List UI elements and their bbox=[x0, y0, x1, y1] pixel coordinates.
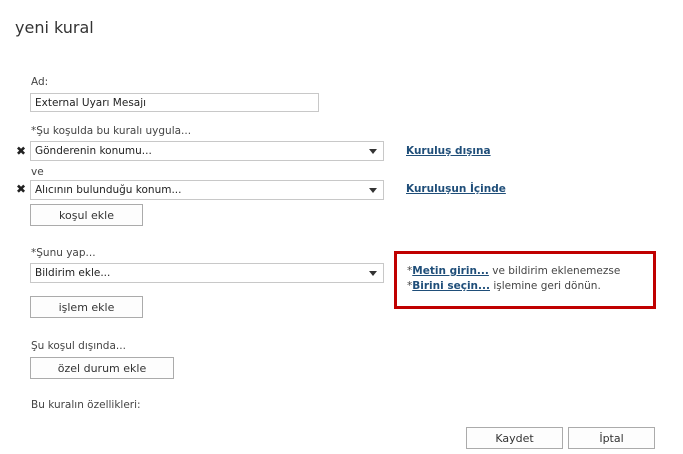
name-input[interactable]: External Uyarı Mesajı bbox=[30, 93, 319, 112]
remove-condition-1-icon[interactable]: ✖ bbox=[16, 145, 26, 157]
save-button[interactable]: Kaydet bbox=[466, 427, 563, 449]
remove-condition-2-icon[interactable]: ✖ bbox=[16, 183, 26, 195]
condition-select-1-value: Gönderenin konumu... bbox=[35, 145, 152, 157]
chevron-down-icon bbox=[369, 148, 377, 154]
condition-label: *Şu koşulda bu kuralı uygula... bbox=[31, 125, 192, 137]
name-label: Ad: bbox=[31, 76, 49, 88]
condition-connector: ve bbox=[31, 166, 44, 178]
choose-one-link[interactable]: Birini seçin... bbox=[412, 280, 490, 292]
enter-text-link[interactable]: Metin girin... bbox=[412, 265, 489, 277]
condition-link-1[interactable]: Kuruluş dışına bbox=[406, 145, 491, 157]
properties-label: Bu kuralın özellikleri: bbox=[31, 399, 141, 411]
condition-select-2-value: Alıcının bulunduğu konum... bbox=[35, 184, 182, 196]
name-input-value: External Uyarı Mesajı bbox=[35, 96, 147, 109]
condition-select-2[interactable]: Alıcının bulunduğu konum... bbox=[30, 180, 384, 200]
add-condition-button[interactable]: koşul ekle bbox=[30, 204, 143, 226]
condition-select-1[interactable]: Gönderenin konumu... bbox=[30, 141, 384, 161]
add-action-button[interactable]: işlem ekle bbox=[30, 296, 143, 318]
chevron-down-icon bbox=[369, 270, 377, 276]
callout-text-2: işlemine geri dönün. bbox=[490, 280, 601, 292]
exception-label: Şu koşul dışında... bbox=[31, 340, 126, 352]
cancel-button[interactable]: İptal bbox=[568, 427, 655, 449]
add-exception-button[interactable]: özel durum ekle bbox=[30, 357, 174, 379]
action-details-callout: *Metin girin... ve bildirim eklenemezse … bbox=[394, 251, 656, 309]
chevron-down-icon bbox=[369, 187, 377, 193]
action-select[interactable]: Bildirim ekle... bbox=[30, 263, 384, 283]
action-select-value: Bildirim ekle... bbox=[35, 267, 111, 279]
page-title: yeni kural bbox=[15, 18, 94, 37]
action-label: *Şunu yap... bbox=[31, 247, 96, 259]
condition-link-2[interactable]: Kuruluşun İçinde bbox=[406, 183, 506, 195]
